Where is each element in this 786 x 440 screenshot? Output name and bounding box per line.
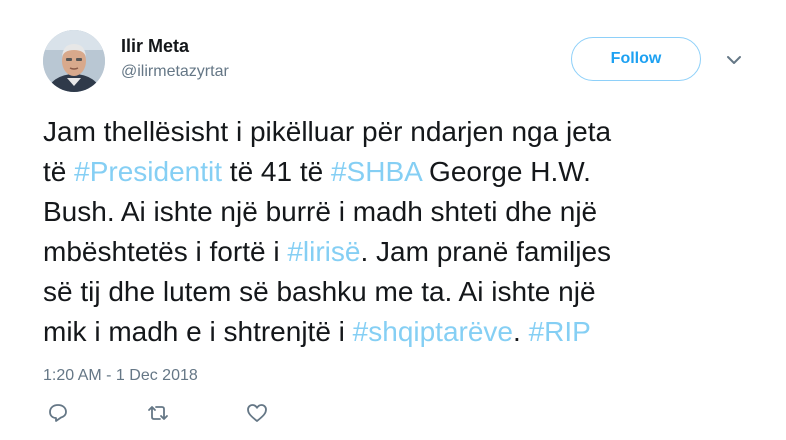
tweet-text-segment: të 41 të [222,156,331,187]
retweet-icon[interactable] [146,402,174,430]
tweet-line: Jam thellësisht i pikëlluar për ndarjen … [43,112,773,152]
tweet-timestamp[interactable]: 1:20 AM - 1 Dec 2018 [43,367,198,385]
tweet-line: Bush. Ai ishte një burrë i madh shteti d… [43,192,773,232]
tweet-text-segment: së tij dhe lutem së bashku me ta. Ai ish… [43,276,596,307]
hashtag-link[interactable]: #SHBA [331,156,421,187]
follow-button[interactable]: Follow [571,37,701,81]
tweet-text: Jam thellësisht i pikëlluar për ndarjen … [43,112,773,352]
tweet-text-segment: . Jam pranë familjes [360,236,612,267]
chevron-down-icon[interactable] [724,50,744,70]
reply-icon[interactable] [47,402,75,430]
tweet-text-segment: mbështetës i fortë i [43,236,288,267]
tweet-text-segment: George H.W. [421,156,591,187]
avatar[interactable] [43,30,105,92]
author-handle[interactable]: @ilirmetazyrtar [121,63,229,81]
tweet-text-segment: të [43,156,75,187]
tweet-text-segment: mik i madh e i shtrenjtë i [43,316,353,347]
author-name[interactable]: Ilir Meta [121,36,189,57]
heart-icon[interactable] [246,402,274,430]
tweet-line: mbështetës i fortë i #lirisë. Jam pranë … [43,232,773,272]
tweet-text-segment: . [513,316,529,347]
tweet-line: së tij dhe lutem së bashku me ta. Ai ish… [43,272,773,312]
tweet-line: mik i madh e i shtrenjtë i #shqiptarëve.… [43,312,773,352]
hashtag-link[interactable]: #Presidentit [74,156,222,187]
tweet-text-segment: Jam thellësisht i pikëlluar për ndarjen … [43,116,612,147]
tweet-text-segment: Bush. Ai ishte një burrë i madh shteti d… [43,196,598,227]
avatar-image [43,30,105,92]
tweet-line: të #Presidentit të 41 të #SHBA George H.… [43,152,773,192]
hashtag-link[interactable]: #RIP [529,316,591,347]
hashtag-link[interactable]: #lirisë [287,236,360,267]
hashtag-link[interactable]: #shqiptarëve [353,316,513,347]
